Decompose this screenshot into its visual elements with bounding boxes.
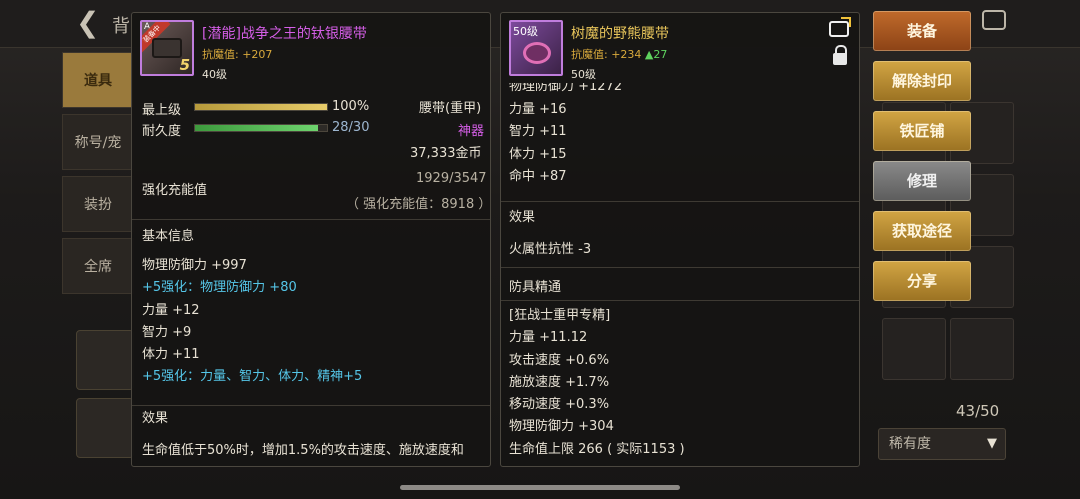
equip-button[interactable]: 装备 xyxy=(873,11,971,51)
back-arrow-icon[interactable]: ❮ xyxy=(76,6,106,40)
inventory-count: 43/50 xyxy=(956,402,1000,420)
divider xyxy=(132,219,490,220)
stat-line: 力量 +12 xyxy=(142,302,200,318)
magic-resist-value: 抗魔值: +234 xyxy=(571,48,642,61)
item-grade: 神器 xyxy=(458,124,485,139)
durability-value: 28/30 xyxy=(332,120,370,135)
item-name: [潜能]战争之王的钛银腰带 xyxy=(202,26,367,42)
chevron-down-icon: ▼ xyxy=(987,436,997,451)
stat-line: +5强化：力量、智力、体力、精神+5 xyxy=(142,369,363,385)
divider xyxy=(501,300,859,301)
magic-resist: 抗魔值: +234 ▲27 xyxy=(571,46,667,62)
max-level-label: 最上级 xyxy=(142,103,182,118)
lock-icon[interactable] xyxy=(833,45,847,65)
durability-bar xyxy=(194,124,328,132)
tab-titles[interactable]: 称号/宠 xyxy=(62,114,134,170)
side-shortcuts xyxy=(76,330,134,466)
effect-text: 火属性抗性 -3 xyxy=(509,242,592,257)
item-header: A 装备中 5 [潜能]战争之王的钛银腰带 抗魔值: +207 40级 xyxy=(132,13,490,83)
shortcut-icon-2[interactable] xyxy=(76,398,134,458)
belt-item-icon: A 装备中 5 xyxy=(140,20,194,76)
durability-label: 耐久度 xyxy=(142,124,182,139)
tab-all[interactable]: 全席 xyxy=(62,238,134,294)
charge-value: 1929/3547 xyxy=(416,171,487,186)
durability-fill xyxy=(195,125,319,131)
charge-label: 强化充能值 xyxy=(142,183,208,198)
stat-list: 力量 +16 智力 +11 体力 +15 命中 +87 xyxy=(509,99,567,188)
item-level: 50级 xyxy=(571,68,596,81)
mastery-line: 移动速度 +0.3% xyxy=(509,397,610,413)
mastery-title: 防具精通 xyxy=(509,280,562,295)
inventory-slot[interactable] xyxy=(882,318,946,380)
max-level-bar xyxy=(194,103,328,111)
stat-line: 力量 +16 xyxy=(509,102,567,117)
stat-line: 物理防御力 +997 xyxy=(142,258,247,273)
mastery-line: 力量 +11.12 xyxy=(509,330,588,346)
inventory-slot[interactable] xyxy=(950,318,1014,380)
magic-resist-diff: ▲27 xyxy=(644,48,668,61)
belt-icon xyxy=(523,42,551,64)
icon-level-label: 50级 xyxy=(513,25,538,38)
mastery-line: 物理防御力 +304 xyxy=(509,419,614,435)
stat-line: +5强化：物理防御力 +80 xyxy=(142,280,297,296)
share-icon[interactable] xyxy=(829,17,851,37)
effect-title: 效果 xyxy=(509,210,536,225)
max-level-percent: 100% xyxy=(332,99,370,114)
source-button[interactable]: 获取途径 xyxy=(873,211,971,251)
compare-item-tooltip: 50级 树魔的野熊腰带 抗魔值: +234 ▲27 50级 物理防御力 +127… xyxy=(500,12,860,467)
mastery-line: 施放速度 +1.7% xyxy=(509,374,610,390)
repair-button[interactable]: 修理 xyxy=(873,161,971,201)
equipped-item-tooltip: A 装备中 5 [潜能]战争之王的钛银腰带 抗魔值: +207 40级 最上级 … xyxy=(131,12,491,467)
stat-line: 智力 +9 xyxy=(142,324,192,340)
divider xyxy=(501,267,859,268)
divider xyxy=(501,201,859,202)
chat-icon[interactable] xyxy=(982,10,1006,30)
mastery-line: 生命值上限 266 ( 实际1153 ) xyxy=(509,441,685,457)
charge-sub-value: （ 强化充能值：8918 ） xyxy=(346,197,491,212)
divider xyxy=(132,405,490,406)
item-level: 40级 xyxy=(202,68,227,81)
category-tabs: 道具 称号/宠 装扮 全席 xyxy=(62,52,134,300)
belt-item-icon: 50级 xyxy=(509,20,563,76)
effect-text: 生命值低于50%时，增加1.5%的攻击速度、施放速度和 xyxy=(142,443,464,458)
share-button[interactable]: 分享 xyxy=(873,261,971,301)
mastery-line: [狂战士重甲专精] xyxy=(509,308,611,323)
stat-line: 命中 +87 xyxy=(509,168,567,184)
stat-line: 体力 +15 xyxy=(509,146,567,162)
mastery-list: [狂战士重甲专精] 力量 +11.12 攻击速度 +0.6% 施放速度 +1.7… xyxy=(509,305,685,461)
slot-type: 腰带(重甲) xyxy=(419,101,482,116)
mastery-line: 攻击速度 +0.6% xyxy=(509,352,610,368)
shortcut-icon-1[interactable] xyxy=(76,330,134,390)
stat-line-clipped: 物理防御力 +1272 xyxy=(509,83,623,94)
item-header: 50级 树魔的野熊腰带 抗魔值: +234 ▲27 50级 xyxy=(501,13,859,83)
belt-icon xyxy=(152,38,182,58)
basic-stat-list: 物理防御力 +997 +5强化：物理防御力 +80 力量 +12 智力 +9 体… xyxy=(142,255,362,389)
tier-badge: 5 xyxy=(179,56,190,74)
max-level-fill xyxy=(195,104,327,110)
magic-resist: 抗魔值: +207 xyxy=(202,48,273,61)
unseal-button[interactable]: 解除封印 xyxy=(873,61,971,101)
scroll-clip: 物理防御力 +1272 xyxy=(501,83,859,95)
home-indicator[interactable] xyxy=(400,485,680,490)
tab-avatar[interactable]: 装扮 xyxy=(62,176,134,232)
item-name: 树魔的野熊腰带 xyxy=(571,26,669,42)
item-price: 37,333金币 xyxy=(410,146,482,161)
stat-line: 体力 +11 xyxy=(142,347,200,363)
smith-button[interactable]: 铁匠铺 xyxy=(873,111,971,151)
rarity-dropdown[interactable]: 稀有度 ▼ xyxy=(878,428,1006,460)
basic-info-title: 基本信息 xyxy=(142,229,195,244)
tab-items[interactable]: 道具 xyxy=(62,52,134,108)
stat-line: 智力 +11 xyxy=(509,124,567,140)
page-title: 背 xyxy=(112,16,130,37)
rarity-dropdown-label: 稀有度 xyxy=(889,436,931,452)
effect-title: 效果 xyxy=(142,411,169,426)
